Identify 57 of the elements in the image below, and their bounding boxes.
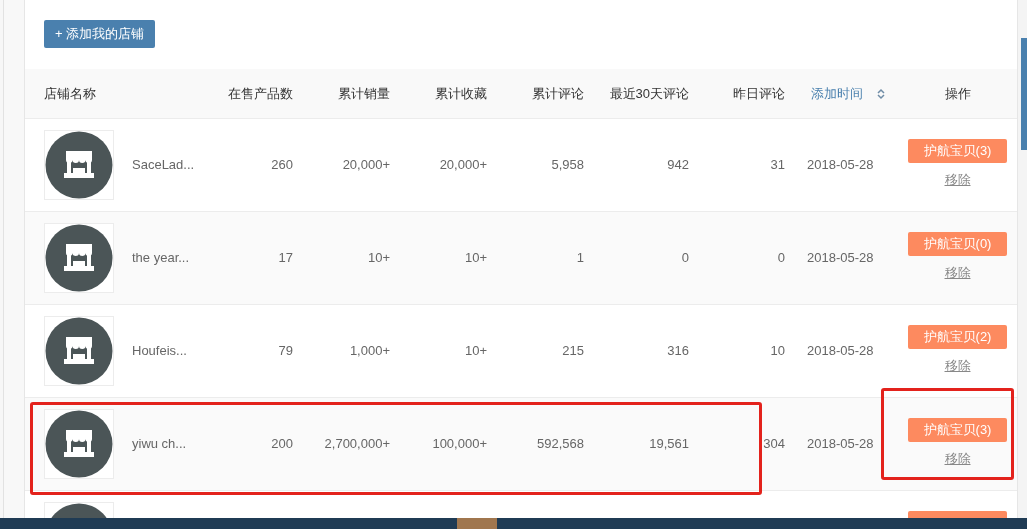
shop-name: the year... xyxy=(132,249,190,268)
store-icon xyxy=(44,130,114,200)
table-cell: 5,958 xyxy=(551,157,584,173)
remove-link[interactable]: 移除 xyxy=(944,357,971,375)
sort-icon xyxy=(877,87,885,100)
table-cell: 316 xyxy=(667,343,689,359)
table-cell: 100,000+ xyxy=(432,436,487,452)
sort-column-header[interactable]: 添加时间 xyxy=(811,83,885,104)
table-cell: 79 xyxy=(278,343,293,359)
table-cell: 304 xyxy=(763,436,785,452)
table-cell: 2018-05-28 xyxy=(807,436,874,452)
column-header: 最近30天评论 xyxy=(609,85,689,101)
add-shop-button[interactable]: + 添加我的店铺 xyxy=(44,20,156,48)
store-icon xyxy=(44,223,114,293)
table-cell: 2,700,000+ xyxy=(324,436,390,452)
remove-link[interactable]: 移除 xyxy=(944,171,971,189)
taskbar-app-icon[interactable] xyxy=(457,518,497,529)
table-cell: 10+ xyxy=(464,250,487,266)
table-cell: 20,000+ xyxy=(439,157,487,173)
table-cell: 260 xyxy=(271,157,293,173)
column-header: 在售产品数 xyxy=(228,85,293,101)
column-header: 昨日评论 xyxy=(733,85,785,101)
table-cell: 10+ xyxy=(464,343,487,359)
escort-button[interactable]: 护航宝贝(3) xyxy=(908,418,1007,442)
table-cell: 2018-05-28 xyxy=(807,250,874,266)
table-cell: 0 xyxy=(681,250,689,266)
table-cell: 10 xyxy=(770,343,785,359)
remove-link[interactable]: 移除 xyxy=(944,450,971,468)
store-icon xyxy=(44,316,114,386)
column-header: 累计收藏 xyxy=(435,85,487,101)
escort-button[interactable]: 护航宝贝(0) xyxy=(908,232,1007,256)
column-header: 累计销量 xyxy=(338,85,390,101)
table-cell: 1,000+ xyxy=(349,343,390,359)
table-cell: 200 xyxy=(271,436,293,452)
escort-button[interactable]: 护航宝贝(3) xyxy=(908,139,1007,163)
table-cell: 17 xyxy=(278,250,293,266)
shop-name: Houfeis... xyxy=(132,342,187,361)
store-icon xyxy=(44,409,114,479)
escort-button[interactable]: 护航宝贝(2) xyxy=(908,325,1007,349)
table-cell: 1 xyxy=(576,250,584,266)
table-cell: 20,000+ xyxy=(342,157,390,173)
column-header: 店铺名称 xyxy=(44,85,96,101)
shop-name: yiwu ch... xyxy=(132,435,187,454)
table-cell: 2018-05-28 xyxy=(807,157,874,173)
table-cell: 592,568 xyxy=(537,436,584,452)
table-cell: 19,561 xyxy=(649,436,689,452)
remove-link[interactable]: 移除 xyxy=(944,264,971,282)
table-cell: 942 xyxy=(667,157,689,173)
shop-name: SaceLad... xyxy=(132,156,195,175)
column-header: 操作 xyxy=(944,85,971,101)
table-cell: 0 xyxy=(777,250,785,266)
table-cell: 215 xyxy=(562,343,584,359)
table-cell: 31 xyxy=(770,157,785,173)
table-cell: 2018-05-28 xyxy=(807,343,874,359)
scrollbar-thumb[interactable] xyxy=(1021,38,1027,150)
column-header: 累计评论 xyxy=(532,85,584,101)
table-cell: 10+ xyxy=(367,250,390,266)
